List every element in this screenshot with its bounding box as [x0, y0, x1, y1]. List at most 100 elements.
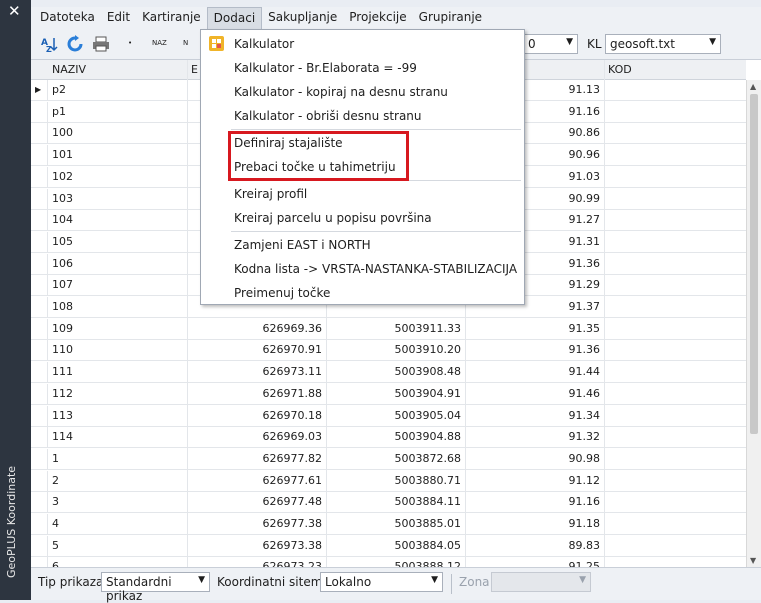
cell-e[interactable]: 626969.03 — [187, 430, 323, 443]
table-row[interactable]: 1 626977.82 5003872.68 90.98 — [31, 448, 746, 470]
cell-naziv[interactable]: 1 — [52, 452, 59, 465]
row-selector[interactable] — [31, 427, 48, 449]
cell-n[interactable]: 5003908.48 — [326, 365, 461, 378]
menu-item-kreiraj-profil[interactable]: Kreiraj profil — [201, 182, 524, 206]
menu-item-kodna-lista[interactable]: Kodna lista -> VRSTA-NASTANKA-STABILIZAC… — [201, 257, 524, 281]
table-row[interactable]: 114 626969.03 5003904.88 91.32 — [31, 427, 746, 449]
row-selector[interactable] — [31, 318, 48, 340]
menu-item-kalkulator-obrisi[interactable]: Kalkulator - obriši desnu stranu — [201, 104, 524, 128]
table-row[interactable]: 110 626970.91 5003910.20 91.36 — [31, 340, 746, 362]
cell-n[interactable]: 5003880.71 — [326, 474, 461, 487]
cell-naziv[interactable]: 113 — [52, 409, 73, 422]
cell-naziv[interactable]: 104 — [52, 213, 73, 226]
menu-dodaci[interactable]: Dodaci — [206, 7, 263, 29]
cell-n[interactable]: 5003904.91 — [326, 387, 461, 400]
cell-naziv[interactable]: 101 — [52, 148, 73, 161]
menu-item-kalkulator-br-elaborata[interactable]: Kalkulator - Br.Elaborata = -99 — [201, 56, 524, 80]
cell-naziv[interactable]: p1 — [52, 105, 66, 118]
toolbar-combo-1[interactable]: 0 ▼ — [523, 34, 578, 54]
cell-e[interactable]: 626973.11 — [187, 365, 323, 378]
table-row[interactable]: 5 626973.38 5003884.05 89.83 — [31, 535, 746, 557]
scroll-down-icon[interactable]: ▼ — [750, 556, 756, 565]
row-selector[interactable] — [31, 535, 48, 557]
table-row[interactable]: 6 626973.23 5003888.12 91.25 — [31, 557, 746, 567]
menu-item-kalkulator[interactable]: Kalkulator — [201, 32, 524, 56]
cell-n[interactable]: 5003904.88 — [326, 430, 461, 443]
cell-h[interactable]: 90.98 — [465, 452, 601, 465]
menu-projekcije[interactable]: Projekcije — [343, 7, 412, 29]
row-selector[interactable]: ▶ — [31, 80, 48, 101]
menu-sakupljanje[interactable]: Sakupljanje — [262, 7, 343, 29]
row-selector[interactable] — [31, 275, 48, 297]
menu-edit[interactable]: Edit — [101, 7, 136, 29]
cell-naziv[interactable]: 6 — [52, 560, 59, 567]
row-selector[interactable] — [31, 188, 48, 210]
row-selector[interactable] — [31, 297, 48, 318]
cell-naziv[interactable]: 4 — [52, 517, 59, 530]
cell-naziv[interactable]: 103 — [52, 192, 73, 205]
row-selector[interactable] — [31, 253, 48, 275]
cell-e[interactable]: 626977.48 — [187, 495, 323, 508]
cell-e[interactable]: 626969.36 — [187, 322, 323, 335]
row-selector[interactable] — [31, 123, 48, 145]
cell-n[interactable]: 5003884.11 — [326, 495, 461, 508]
toolbar-dot[interactable]: • — [128, 39, 132, 47]
cell-naziv[interactable]: 109 — [52, 322, 73, 335]
table-row[interactable]: 112 626971.88 5003904.91 91.46 — [31, 383, 746, 405]
toolbar-n[interactable]: N — [183, 39, 188, 47]
print-icon[interactable] — [91, 35, 111, 55]
cell-e[interactable]: 626977.82 — [187, 452, 323, 465]
scroll-thumb[interactable] — [750, 94, 758, 434]
toolbar-naz[interactable]: NAZ — [152, 39, 167, 47]
menu-item-preimenuj-tocke[interactable]: Preimenuj točke — [201, 281, 524, 305]
row-selector[interactable] — [31, 405, 48, 427]
table-row[interactable]: 109 626969.36 5003911.33 91.35 — [31, 318, 746, 340]
cell-h[interactable]: 91.12 — [465, 474, 601, 487]
cell-h[interactable]: 91.18 — [465, 517, 601, 530]
cell-e[interactable]: 626977.61 — [187, 474, 323, 487]
cell-h[interactable]: 91.44 — [465, 365, 601, 378]
table-row[interactable]: 111 626973.11 5003908.48 91.44 — [31, 362, 746, 384]
cell-h[interactable]: 91.32 — [465, 430, 601, 443]
cell-n[interactable]: 5003888.12 — [326, 560, 461, 567]
kl-combo[interactable]: geosoft.txt ▼ — [605, 34, 721, 54]
row-selector[interactable] — [31, 210, 48, 232]
vertical-scrollbar[interactable]: ▲ ▼ — [746, 80, 761, 567]
menu-grupiranje[interactable]: Grupiranje — [413, 7, 488, 29]
cell-h[interactable]: 91.16 — [465, 495, 601, 508]
cell-h[interactable]: 91.46 — [465, 387, 601, 400]
menu-kartiranje[interactable]: Kartiranje — [136, 7, 207, 29]
table-row[interactable]: 2 626977.61 5003880.71 91.12 — [31, 470, 746, 492]
cell-naziv[interactable]: 100 — [52, 126, 73, 139]
cell-naziv[interactable]: 114 — [52, 430, 73, 443]
table-row[interactable]: 113 626970.18 5003905.04 91.34 — [31, 405, 746, 427]
cell-h[interactable]: 89.83 — [465, 539, 601, 552]
cell-h[interactable]: 91.35 — [465, 322, 601, 335]
row-selector[interactable] — [31, 514, 48, 535]
row-selector[interactable] — [31, 383, 48, 405]
cell-n[interactable]: 5003872.68 — [326, 452, 461, 465]
cell-n[interactable]: 5003905.04 — [326, 409, 461, 422]
header-e[interactable]: E — [191, 63, 198, 76]
cell-naziv[interactable]: p2 — [52, 83, 66, 96]
row-selector[interactable] — [31, 166, 48, 188]
row-selector[interactable] — [31, 340, 48, 362]
cell-e[interactable]: 626973.38 — [187, 539, 323, 552]
cell-naziv[interactable]: 106 — [52, 257, 73, 270]
row-selector[interactable] — [31, 470, 48, 492]
row-selector[interactable] — [31, 101, 48, 123]
row-selector[interactable] — [31, 557, 48, 567]
cell-h[interactable]: 91.34 — [465, 409, 601, 422]
cell-naziv[interactable]: 105 — [52, 235, 73, 248]
menu-item-kreiraj-parcelu[interactable]: Kreiraj parcelu u popisu površina — [201, 206, 524, 230]
sort-az-icon[interactable]: AZ — [39, 35, 59, 55]
cell-e[interactable]: 626970.91 — [187, 343, 323, 356]
cell-naziv[interactable]: 111 — [52, 365, 73, 378]
table-row[interactable]: 3 626977.48 5003884.11 91.16 — [31, 492, 746, 514]
refresh-icon[interactable] — [65, 35, 85, 55]
cell-h[interactable]: 91.36 — [465, 343, 601, 356]
cell-n[interactable]: 5003911.33 — [326, 322, 461, 335]
cell-e[interactable]: 626973.23 — [187, 560, 323, 567]
table-row[interactable]: 4 626977.38 5003885.01 91.18 — [31, 514, 746, 535]
tip-prikaza-combo[interactable]: Standardni prikaz ▼ — [101, 572, 210, 603]
